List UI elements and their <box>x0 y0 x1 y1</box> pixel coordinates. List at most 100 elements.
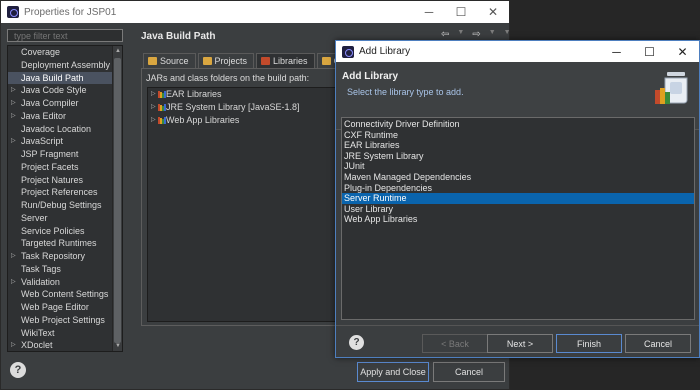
close-button[interactable]: ✕ <box>477 1 509 23</box>
tree-item[interactable]: JSP Fragment <box>8 148 122 161</box>
eclipse-app-icon <box>342 45 354 58</box>
help-icon[interactable]: ? <box>10 362 26 378</box>
tree-item[interactable]: ▷ JavaScript <box>8 135 122 148</box>
dialog-minimize-button[interactable]: ─ <box>600 41 633 62</box>
finish-button[interactable]: Finish <box>556 334 622 353</box>
tree-item-label: Validation <box>21 276 60 287</box>
expand-arrow-icon[interactable]: ▷ <box>11 250 16 263</box>
tree-item[interactable]: Project Natures <box>8 174 122 187</box>
expand-arrow-icon[interactable]: ▷ <box>11 84 16 97</box>
forward-arrow-icon[interactable]: ⇨ <box>472 29 480 40</box>
page-title: Java Build Path <box>141 31 216 42</box>
library-entry[interactable]: ▷ EAR Libraries <box>148 88 346 101</box>
tree-item-label: Web Content Settings <box>21 289 109 300</box>
build-path-tabs: SourceProjectsLibrariesOrde <box>143 53 363 68</box>
tree-item[interactable]: ▷ Java Code Style <box>8 84 122 97</box>
page-nav: ⇦ ▼ ⇨ ▼ ▼ <box>441 29 511 40</box>
library-type-item[interactable]: EAR Libraries <box>342 140 694 151</box>
apply-and-close-button[interactable]: Apply and Close <box>357 362 429 382</box>
library-type-item[interactable]: CXF Runtime <box>342 130 694 141</box>
window-title: Properties for JSP01 <box>24 6 117 18</box>
dialog-cancel-button[interactable]: Cancel <box>625 334 691 353</box>
tab-projects[interactable]: Projects <box>197 53 255 68</box>
dialog-maximize-button[interactable]: ☐ <box>633 41 666 62</box>
tree-item[interactable]: Project Facets <box>8 161 122 174</box>
minimize-button[interactable]: ─ <box>413 1 445 23</box>
tree-item-label: Service Policies <box>21 225 85 236</box>
library-entry[interactable]: ▷ JRE System Library [JavaSE-1.8] <box>148 101 346 114</box>
properties-titlebar[interactable]: Properties for JSP01 ─ ☐ ✕ <box>1 1 509 23</box>
library-type-item[interactable]: JUnit <box>342 161 694 172</box>
projects-icon <box>202 57 212 65</box>
next-button[interactable]: Next > <box>487 334 553 353</box>
wizard-description: Select the library type to add. <box>347 87 464 97</box>
tab-source[interactable]: Source <box>143 53 196 68</box>
scrollbar-thumb[interactable] <box>114 58 121 343</box>
tree-item-label: XDoclet <box>21 340 53 351</box>
tree-item[interactable]: WikiText <box>8 327 122 340</box>
libraries-icon <box>261 57 271 65</box>
tree-item[interactable]: Task Tags <box>8 263 122 276</box>
tree-item[interactable]: ▷ XDoclet <box>8 339 122 351</box>
dialog-titlebar[interactable]: Add Library ─ ☐ ✕ <box>336 41 699 62</box>
tree-item[interactable]: Targeted Runtimes <box>8 237 122 250</box>
expand-arrow-icon[interactable]: ▷ <box>151 114 156 127</box>
library-type-item[interactable]: JRE System Library <box>342 151 694 162</box>
tree-scrollbar[interactable]: ▲ ▼ <box>112 46 122 351</box>
expand-arrow-icon[interactable]: ▷ <box>11 339 16 351</box>
library-label: Web App Libraries <box>166 115 240 125</box>
tree-item[interactable]: Deployment Assembly <box>8 59 122 72</box>
forward-menu-chevron-icon[interactable]: ▼ <box>489 29 496 40</box>
property-page-tree: Coverage Deployment Assembly Java Build Pa… <box>7 45 123 352</box>
scroll-up-icon[interactable]: ▲ <box>113 46 122 56</box>
library-label: EAR Libraries <box>166 89 222 99</box>
expand-arrow-icon[interactable]: ▷ <box>151 88 156 101</box>
library-type-item[interactable]: Server Runtime <box>342 193 694 204</box>
tree-item[interactable]: Web Content Settings <box>8 288 122 301</box>
dialog-close-button[interactable]: ✕ <box>666 41 699 62</box>
tree-item[interactable]: Java Build Path <box>8 71 122 85</box>
library-type-item[interactable]: Plug-in Dependencies <box>342 183 694 194</box>
tree-item[interactable]: ▷ Java Editor <box>8 110 122 123</box>
expand-arrow-icon[interactable]: ▷ <box>151 101 156 114</box>
back-menu-chevron-icon[interactable]: ▼ <box>457 29 464 40</box>
expand-arrow-icon[interactable]: ▷ <box>11 97 16 110</box>
back-arrow-icon[interactable]: ⇦ <box>441 29 449 40</box>
tab-libraries[interactable]: Libraries <box>256 53 315 68</box>
build-path-library-tree: ▷ EAR Libraries ▷ JRE System Library [JavaS… <box>147 87 347 322</box>
maximize-button[interactable]: ☐ <box>445 1 477 23</box>
tree-item[interactable]: Web Project Settings <box>8 314 122 327</box>
tree-item[interactable]: Run/Debug Settings <box>8 199 122 212</box>
order-export-icon <box>321 57 331 65</box>
tree-item[interactable]: Javadoc Location <box>8 123 122 136</box>
library-type-item[interactable]: Maven Managed Dependencies <box>342 172 694 183</box>
expand-arrow-icon[interactable]: ▷ <box>11 135 16 148</box>
tree-item[interactable]: ▷ Task Repository <box>8 250 122 263</box>
library-type-item[interactable]: Web App Libraries <box>342 214 694 225</box>
tree-item[interactable]: Server <box>8 212 122 225</box>
expand-arrow-icon[interactable]: ▷ <box>11 110 16 123</box>
tree-item-label: Java Compiler <box>21 98 79 108</box>
tree-item[interactable]: Coverage <box>8 46 122 59</box>
tree-item[interactable]: ▷ Java Compiler <box>8 97 122 110</box>
back-button[interactable]: < Back <box>422 334 488 353</box>
tree-item[interactable]: Project References <box>8 186 122 199</box>
tree-item-label: Project Facets <box>21 161 79 172</box>
tree-item[interactable]: ▷ Validation <box>8 276 122 289</box>
library-type-item[interactable]: Connectivity Driver Definition <box>342 119 694 130</box>
view-menu-chevron-icon[interactable]: ▼ <box>504 29 511 40</box>
scroll-down-icon[interactable]: ▼ <box>113 341 122 351</box>
library-type-list: Connectivity Driver Definition CXF Runtim… <box>341 117 695 320</box>
filter-input[interactable] <box>7 29 123 42</box>
source-folder-icon <box>148 57 157 65</box>
tree-item-label: Web Page Editor <box>21 302 89 312</box>
dialog-help-icon[interactable]: ? <box>349 335 364 350</box>
tree-item[interactable]: Web Page Editor <box>8 301 122 314</box>
tree-item[interactable]: Service Policies <box>8 225 122 238</box>
tree-item-label: Deployment Assembly <box>21 59 111 70</box>
library-entry[interactable]: ▷ Web App Libraries <box>148 114 346 127</box>
cancel-button[interactable]: Cancel <box>433 362 505 382</box>
tree-item-label: Run/Debug Settings <box>21 200 102 210</box>
library-type-item[interactable]: User Library <box>342 204 694 215</box>
expand-arrow-icon[interactable]: ▷ <box>11 276 16 289</box>
